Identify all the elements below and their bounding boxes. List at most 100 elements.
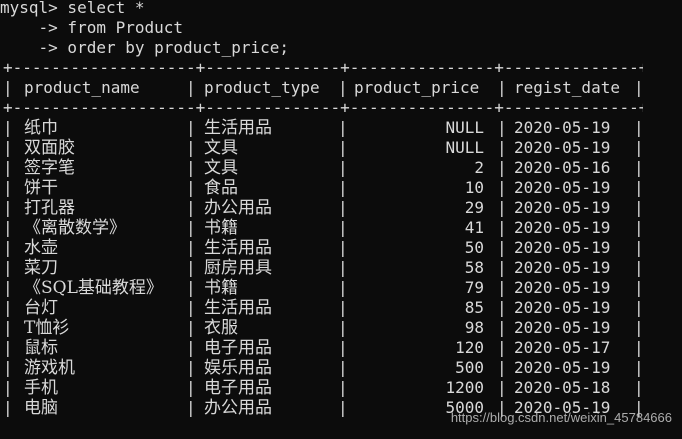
table-pipe: | (186, 318, 196, 337)
cell-regist-date: 2020-05-19 (514, 318, 611, 337)
table-pipe: | (3, 258, 13, 277)
cell-product-price: 98 (464, 318, 484, 337)
table-pipe: | (497, 258, 507, 277)
table-pipe: | (497, 158, 507, 177)
cell-product-name: 水壶 (24, 238, 58, 258)
cell-regist-date: 2020-05-17 (514, 338, 611, 357)
table-pipe: | (634, 158, 644, 177)
table-pipe: | (186, 378, 196, 397)
table-pipe: | (338, 338, 348, 357)
cell-regist-date: 2020-05-19 (514, 118, 611, 137)
table-pipe: | (634, 178, 644, 197)
table-pipe: | (186, 298, 196, 317)
cell-product-price: 1200 (445, 378, 484, 397)
table-pipe: | (634, 378, 644, 397)
table-pipe: | (497, 318, 507, 337)
table-pipe: | (3, 198, 13, 217)
table-pipe: | (186, 118, 196, 137)
cell-product-name: 《离散数学》 (24, 218, 126, 238)
table-pipe: | (3, 358, 13, 377)
table-pipe: | (338, 298, 348, 317)
cell-product-price: 29 (464, 198, 484, 217)
table-pipe: | (634, 198, 644, 217)
cell-product-type: 衣服 (204, 318, 238, 338)
table-pipe: | (3, 78, 13, 97)
table-pipe: | (497, 118, 507, 137)
cell-product-name: T恤衫 (24, 318, 70, 338)
prompt-line-1: mysql> select * (0, 0, 145, 17)
table-pipe: | (186, 258, 196, 277)
cell-product-type: 电子用品 (204, 338, 272, 358)
table-pipe: | (3, 338, 13, 357)
cell-product-type: 文具 (204, 138, 238, 158)
table-pipe: | (497, 298, 507, 317)
table-pipe: | (634, 218, 644, 237)
table-pipe: | (338, 198, 348, 217)
cell-product-type: 生活用品 (204, 238, 272, 258)
table-pipe: | (634, 318, 644, 337)
cell-product-price: NULL (445, 118, 484, 137)
table-pipe: | (3, 238, 13, 257)
table-pipe: | (186, 238, 196, 257)
table-pipe: | (634, 138, 644, 157)
prompt-line-2: -> from Product (0, 18, 184, 37)
table-pipe: | (186, 78, 196, 97)
table-pipe: | (338, 78, 348, 97)
table-pipe: | (3, 318, 13, 337)
cell-product-name: 双面胶 (24, 138, 75, 158)
cell-regist-date: 2020-05-19 (514, 198, 611, 217)
table-pipe: | (634, 298, 644, 317)
cell-product-price: 79 (464, 278, 484, 297)
table-pipe: | (497, 138, 507, 157)
terminal-window[interactable]: mysql> select * -> from Product -> order… (0, 0, 682, 439)
cell-regist-date: 2020-05-19 (514, 138, 611, 157)
cell-product-type: 生活用品 (204, 118, 272, 138)
table-pipe: | (186, 398, 196, 417)
table-pipe: | (497, 198, 507, 217)
cell-product-price: 50 (464, 238, 484, 257)
table-pipe: | (3, 218, 13, 237)
cell-product-name: 菜刀 (24, 258, 58, 278)
watermark-text: https://blog.csdn.net/weixin_45784666 (450, 410, 672, 425)
cell-product-price: 120 (455, 338, 484, 357)
cell-product-name: 纸巾 (24, 118, 58, 138)
table-pipe: | (338, 158, 348, 177)
cell-regist-date: 2020-05-19 (514, 218, 611, 237)
cell-product-price: 2 (474, 158, 484, 177)
table-pipe: | (338, 118, 348, 137)
prompt-line-3: -> order by product_price; (0, 38, 289, 57)
column-header-product-type: product_type (204, 78, 320, 97)
table-pipe: | (497, 278, 507, 297)
cell-regist-date: 2020-05-18 (514, 378, 611, 397)
cell-product-price: NULL (445, 138, 484, 157)
table-pipe: | (634, 238, 644, 257)
table-pipe: | (3, 278, 13, 297)
table-pipe: | (497, 78, 507, 97)
table-pipe: | (634, 258, 644, 277)
cell-regist-date: 2020-05-19 (514, 358, 611, 377)
cell-regist-date: 2020-05-19 (514, 298, 611, 317)
table-pipe: | (338, 138, 348, 157)
cell-product-type: 电子用品 (204, 378, 272, 398)
cell-regist-date: 2020-05-19 (514, 178, 611, 197)
cell-product-type: 食品 (204, 178, 238, 198)
cell-product-price: 58 (464, 258, 484, 277)
table-border-top: +-------------------+--------------+----… (3, 58, 643, 77)
table-pipe: | (186, 278, 196, 297)
table-pipe: | (186, 218, 196, 237)
cell-product-type: 书籍 (204, 218, 238, 238)
table-pipe: | (338, 238, 348, 257)
column-header-product-price: product_price (354, 78, 480, 97)
table-pipe: | (338, 278, 348, 297)
table-pipe: | (497, 358, 507, 377)
table-pipe: | (3, 178, 13, 197)
table-pipe: | (3, 138, 13, 157)
cell-product-name: 打孔器 (24, 198, 75, 218)
table-pipe: | (634, 338, 644, 357)
cell-product-name: 《SQL基础教程》 (24, 278, 163, 298)
cell-product-type: 办公用品 (204, 198, 272, 218)
cell-product-name: 饼干 (24, 178, 58, 198)
table-pipe: | (634, 278, 644, 297)
cell-product-type: 办公用品 (204, 398, 272, 418)
cell-product-name: 手机 (24, 378, 58, 398)
